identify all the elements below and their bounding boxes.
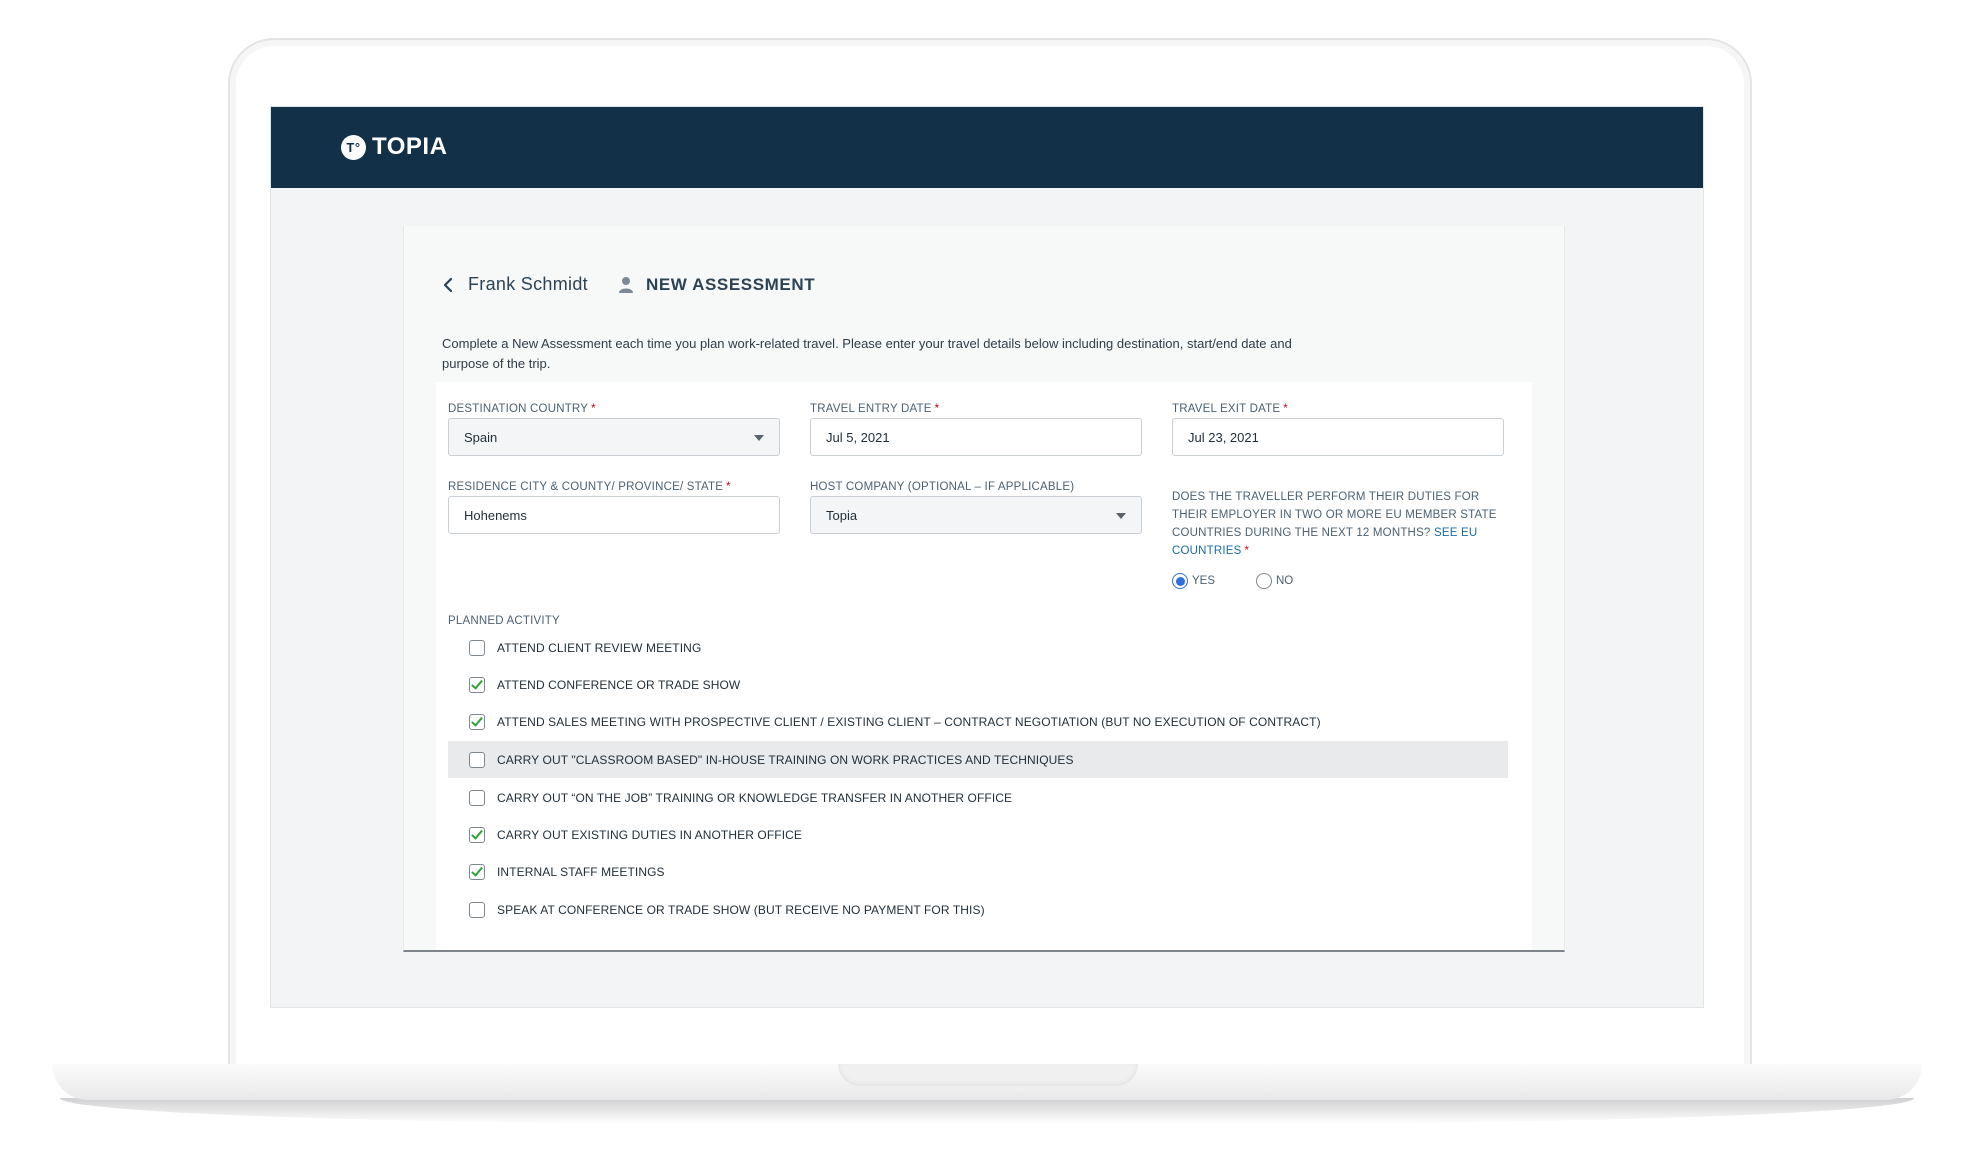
page-title: NEW ASSESSMENT	[645, 274, 816, 294]
activity-item[interactable]: CARRY OUT “ON THE JOB” TRAINING OR KNOWL…	[448, 779, 1508, 816]
travel-entry-date-input[interactable]: Jul 5, 2021	[810, 418, 1142, 456]
activity-label: CARRY OUT EXISTING DUTIES IN ANOTHER OFF…	[497, 827, 803, 842]
activity-label: CARRY OUT “ON THE JOB” TRAINING OR KNOWL…	[497, 790, 1013, 805]
required-marker: *	[591, 403, 596, 415]
planned-activity-label: PLANNED ACTIVITY	[448, 615, 560, 627]
activity-item[interactable]: SPEAK AT CONFERENCE OR TRADE SHOW (BUT R…	[448, 891, 1508, 928]
caret-down-icon	[1116, 513, 1126, 519]
residence-label-text: RESIDENCE CITY & COUNTY/ PROVINCE/ STATE	[448, 481, 724, 493]
chevron-left-icon[interactable]	[442, 276, 454, 294]
radio-no-control[interactable]	[1256, 573, 1272, 589]
activity-checkbox[interactable]	[469, 639, 485, 656]
activity-checkbox[interactable]	[469, 676, 485, 693]
activity-label: ATTEND CLIENT REVIEW MEETING	[497, 640, 702, 655]
laptop-shadow	[60, 1098, 1914, 1124]
activity-checkbox[interactable]	[469, 826, 485, 843]
destination-country-select[interactable]: Spain	[448, 418, 780, 456]
activity-checkbox[interactable]	[469, 789, 485, 806]
activity-label: ATTEND CONFERENCE OR TRADE SHOW	[497, 677, 741, 692]
residence-value: Hohenems	[464, 507, 527, 523]
host-company-select[interactable]: Topia	[810, 496, 1142, 534]
person-icon	[618, 276, 633, 293]
required-marker: *	[726, 481, 731, 493]
travel-entry-date-label: TRAVEL ENTRY DATE *	[810, 403, 939, 415]
destination-country-label-text: DESTINATION COUNTRY	[448, 403, 589, 415]
activity-label: INTERNAL STAFF MEETINGS	[497, 864, 665, 879]
host-company-value: Topia	[826, 507, 858, 523]
activity-checkbox[interactable]	[469, 901, 485, 918]
residence-input[interactable]: Hohenems	[448, 496, 780, 534]
top-bar: T° TOPIA	[271, 107, 1703, 188]
activity-item[interactable]: CARRY OUT EXISTING DUTIES IN ANOTHER OFF…	[448, 816, 1508, 853]
logo-text: TOPIA	[372, 133, 448, 160]
destination-country-label: DESTINATION COUNTRY *	[448, 403, 596, 415]
radio-no[interactable]: NO	[1256, 573, 1293, 589]
activity-label: SPEAK AT CONFERENCE OR TRADE SHOW (BUT R…	[497, 902, 985, 917]
required-marker: *	[1244, 545, 1250, 557]
intro-text: Complete a New Assessment each time you …	[442, 336, 1292, 371]
activity-item[interactable]: ATTEND SALES MEETING WITH PROSPECTIVE CL…	[448, 703, 1508, 740]
travel-exit-date-label-text: TRAVEL EXIT DATE	[1172, 403, 1281, 415]
required-marker: *	[1283, 403, 1288, 415]
activity-item[interactable]: CARRY OUT "CLASSROOM BASED" IN-HOUSE TRA…	[448, 741, 1508, 778]
activity-checkbox[interactable]	[469, 751, 485, 768]
back-link[interactable]: Frank Schmidt	[468, 274, 588, 295]
radio-yes-control[interactable]	[1172, 573, 1188, 589]
app-screen: T° TOPIA Frank Schmidt NEW ASSESSMENT Co…	[270, 106, 1704, 1008]
travel-entry-date-value: Jul 5, 2021	[826, 429, 890, 445]
activity-item[interactable]: ATTEND CLIENT REVIEW MEETING	[448, 629, 1508, 666]
travel-exit-date-value: Jul 23, 2021	[1188, 429, 1259, 445]
topia-logo-icon: T°	[341, 134, 366, 160]
activity-item[interactable]: INTERNAL STAFF MEETINGS	[448, 853, 1508, 890]
radio-yes[interactable]: YES	[1172, 573, 1215, 589]
radio-no-label: NO	[1276, 575, 1294, 587]
assessment-form: DESTINATION COUNTRY * Spain TRAVEL ENTRY …	[436, 382, 1532, 950]
destination-country-value: Spain	[464, 429, 498, 445]
page-header: Frank Schmidt NEW ASSESSMENT	[442, 274, 815, 295]
travel-entry-date-label-text: TRAVEL ENTRY DATE	[810, 403, 932, 415]
travel-exit-date-label: TRAVEL EXIT DATE *	[1172, 403, 1288, 415]
assessment-card: Frank Schmidt NEW ASSESSMENT Complete a …	[403, 226, 1565, 952]
eu-question: DOES THE TRAVELLER PERFORM THEIR DUTIES …	[1172, 488, 1512, 560]
host-company-label: HOST COMPANY (OPTIONAL – IF APPLICABLE)	[810, 481, 1075, 493]
laptop-notch	[838, 1064, 1138, 1086]
activity-item[interactable]: ATTEND CONFERENCE OR TRADE SHOW	[448, 666, 1508, 703]
activity-checkbox[interactable]	[469, 713, 485, 730]
logo[interactable]: T° TOPIA	[341, 133, 447, 161]
required-marker: *	[934, 403, 940, 415]
activity-checkbox[interactable]	[469, 863, 485, 880]
travel-exit-date-input[interactable]: Jul 23, 2021	[1172, 418, 1504, 456]
activity-label: CARRY OUT "CLASSROOM BASED" IN-HOUSE TRA…	[497, 752, 1074, 767]
residence-label: RESIDENCE CITY & COUNTY/ PROVINCE/ STATE…	[448, 481, 731, 493]
caret-down-icon	[754, 435, 764, 441]
radio-yes-label: YES	[1192, 575, 1216, 587]
activity-label: ATTEND SALES MEETING WITH PROSPECTIVE CL…	[497, 714, 1321, 729]
